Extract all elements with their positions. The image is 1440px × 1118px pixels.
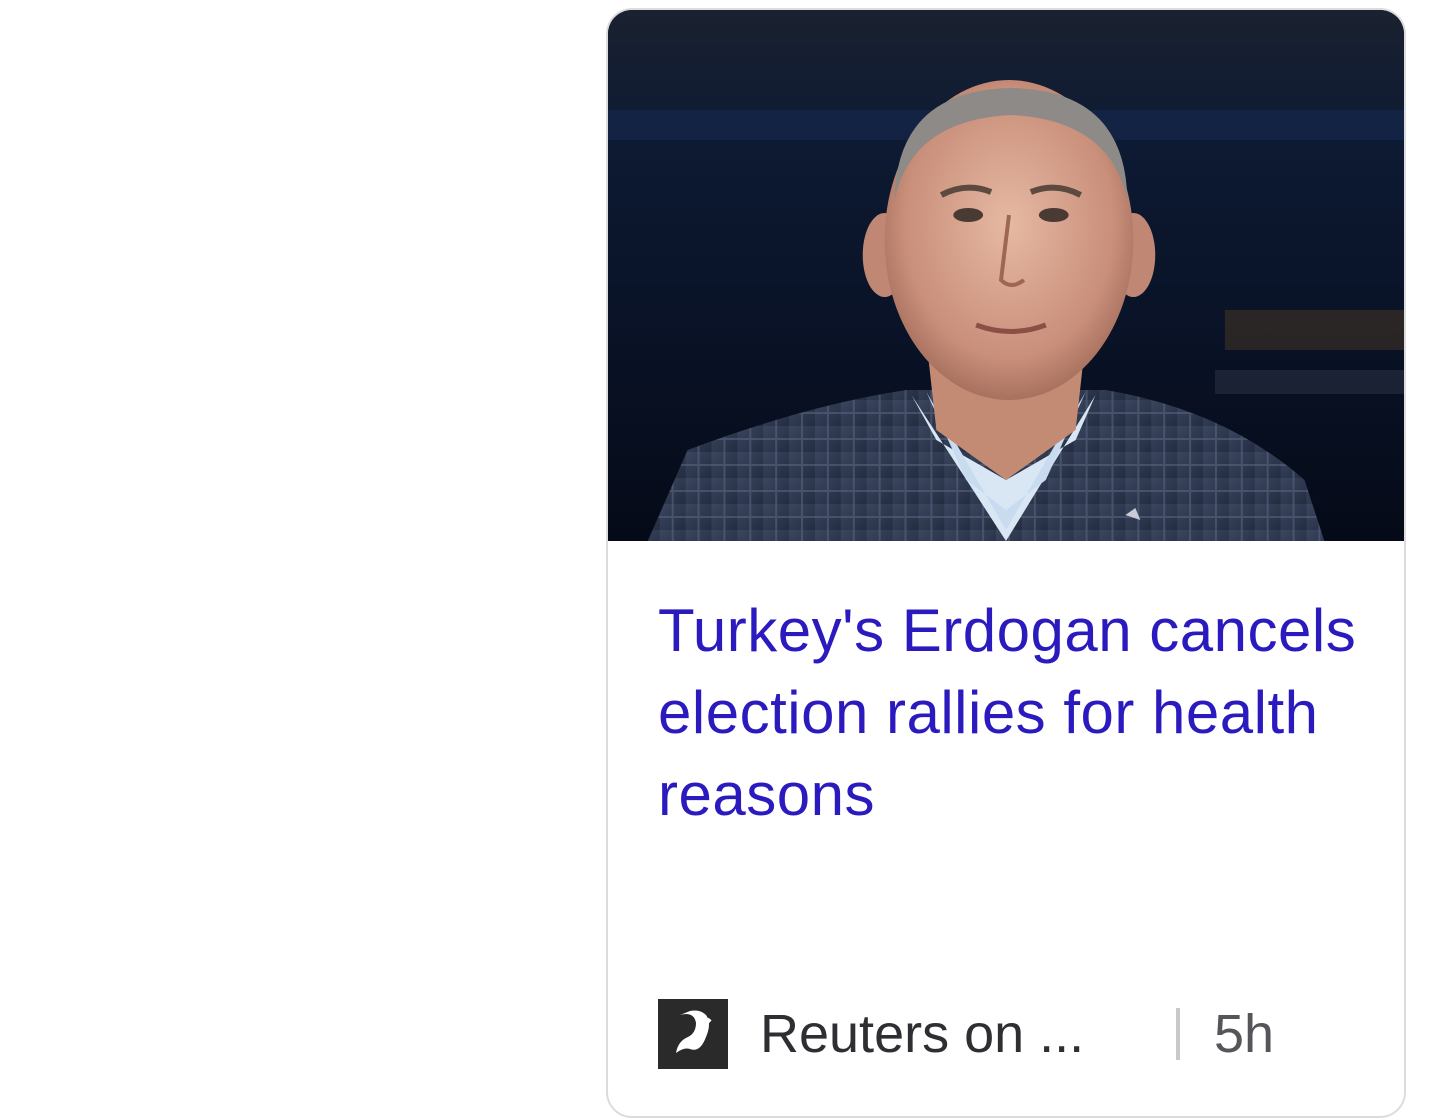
article-headline[interactable]: Turkey's Erdogan cancels election rallie… — [658, 590, 1358, 836]
article-thumbnail[interactable] — [608, 10, 1404, 541]
article-timestamp: 5h — [1214, 1004, 1275, 1064]
publisher-logo-glyph — [676, 1010, 712, 1053]
publisher-logo-icon — [658, 999, 728, 1069]
source-name[interactable]: Reuters on ... — [760, 1003, 1140, 1065]
portrait-image — [608, 10, 1404, 541]
news-card[interactable]: Turkey's Erdogan cancels election rallie… — [606, 8, 1406, 1118]
article-meta: Reuters on ... 5h — [658, 998, 1358, 1070]
meta-divider — [1176, 1008, 1180, 1060]
